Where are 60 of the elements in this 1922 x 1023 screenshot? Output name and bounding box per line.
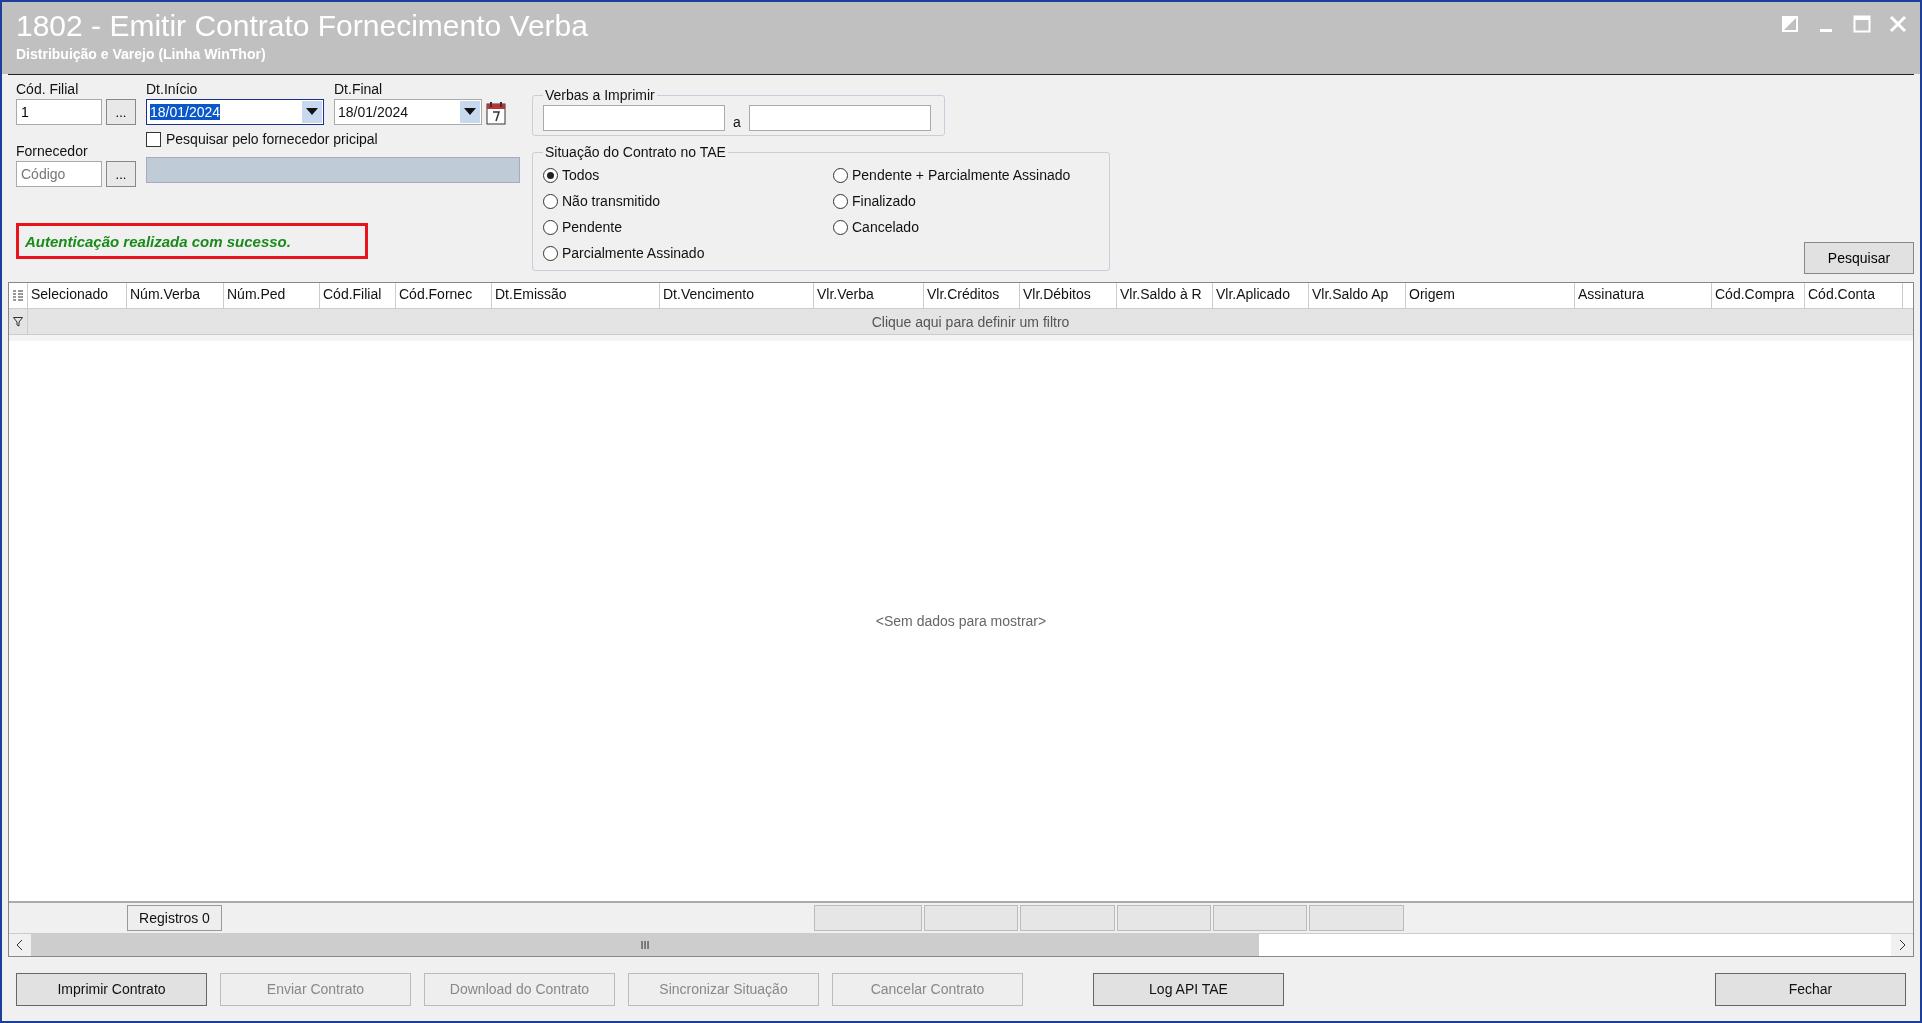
status-message: Autenticação realizada com sucesso. (16, 223, 368, 259)
dropdown-icon[interactable] (460, 101, 480, 123)
column-header[interactable]: Selecionado (28, 283, 127, 308)
column-header[interactable]: Vlr.Verba (814, 283, 924, 308)
status-radio[interactable]: Cancelado (833, 214, 1099, 240)
column-header[interactable]: Cód.Conta (1805, 283, 1903, 308)
window-subtitle: Distribuição e Varejo (Linha WinThor) (16, 46, 267, 62)
action-button[interactable]: Imprimir Contrato (16, 972, 207, 1006)
column-header[interactable]: Dt.Vencimento (660, 283, 814, 308)
scroll-left-icon[interactable] (9, 934, 31, 956)
column-header[interactable]: Vlr.Créditos (924, 283, 1020, 308)
date-field[interactable]: 18/01/2024 (146, 99, 324, 125)
status-radio[interactable]: Finalizado (833, 188, 1099, 214)
group-title: Situação do Contrato no TAE (544, 144, 727, 160)
lookup-button[interactable]: ... (106, 161, 136, 187)
column-header[interactable]: Núm.Ped (224, 283, 320, 308)
column-header[interactable]: Vlr.Saldo Ap (1309, 283, 1406, 308)
column-header[interactable]: Dt.Emissão (492, 283, 660, 308)
scroll-thumb[interactable]: III (31, 934, 1259, 956)
branch-input[interactable]: 1 (16, 99, 102, 125)
group-title: Verbas a Imprimir (544, 87, 656, 103)
dropdown-icon[interactable] (302, 101, 322, 123)
column-header[interactable]: Assinatura (1575, 283, 1712, 308)
calendar-icon[interactable] (486, 101, 506, 125)
column-header[interactable]: Cód.Fornec (396, 283, 492, 308)
status-radio[interactable]: Todos (543, 162, 833, 188)
close-icon[interactable] (1888, 14, 1908, 34)
status-radio[interactable]: Parcialmente Assinado (543, 240, 833, 266)
window-title: 1802 - Emitir Contrato Fornecimento Verba (16, 8, 588, 44)
maximize-icon[interactable] (1852, 14, 1872, 34)
lookup-button[interactable]: ... (106, 99, 136, 125)
search-button[interactable]: Pesquisar (1804, 242, 1914, 274)
field-label: Cód. Filial (16, 81, 80, 97)
column-header[interactable]: Vlr.Saldo à R (1117, 283, 1213, 308)
column-header[interactable]: Vlr.Aplicado (1213, 283, 1309, 308)
status-radio[interactable]: Pendente + Parcialmente Assinado (833, 162, 1099, 188)
status-radio[interactable]: Não transmitido (543, 188, 833, 214)
action-button[interactable]: Log API TAE (1093, 972, 1284, 1006)
from-input[interactable] (543, 105, 725, 131)
column-header[interactable]: Núm.Verba (127, 283, 224, 308)
empty-message: <Sem dados para mostrar> (875, 613, 1047, 629)
column-header[interactable]: Vlr.Débitos (1020, 283, 1117, 308)
to-input[interactable] (748, 105, 931, 131)
close-button[interactable]: Fechar (1715, 972, 1906, 1006)
restore-icon[interactable] (1780, 14, 1800, 34)
horizontal-scrollbar[interactable]: III (9, 933, 1913, 956)
main-supplier-checkbox[interactable]: Pesquisar pelo fornecedor pricipal (146, 131, 520, 147)
field-label: Dt.Final (334, 81, 384, 97)
column-header[interactable]: Origem (1406, 283, 1575, 308)
field-label: Fornecedor (16, 143, 89, 159)
date-field[interactable]: 18/01/2024 (334, 99, 482, 125)
column-header[interactable]: Cód.Filial (320, 283, 396, 308)
record-count: Registros 0 (127, 905, 222, 931)
range-separator: a (733, 114, 741, 130)
supplier-input[interactable]: Código (16, 161, 102, 187)
radio-dot-icon (547, 171, 554, 179)
column-header[interactable]: Cód.Compra (1712, 283, 1805, 308)
status-radio[interactable]: Pendente (543, 214, 833, 240)
field-label: Dt.Início (146, 81, 199, 97)
scroll-right-icon[interactable] (1891, 934, 1913, 956)
